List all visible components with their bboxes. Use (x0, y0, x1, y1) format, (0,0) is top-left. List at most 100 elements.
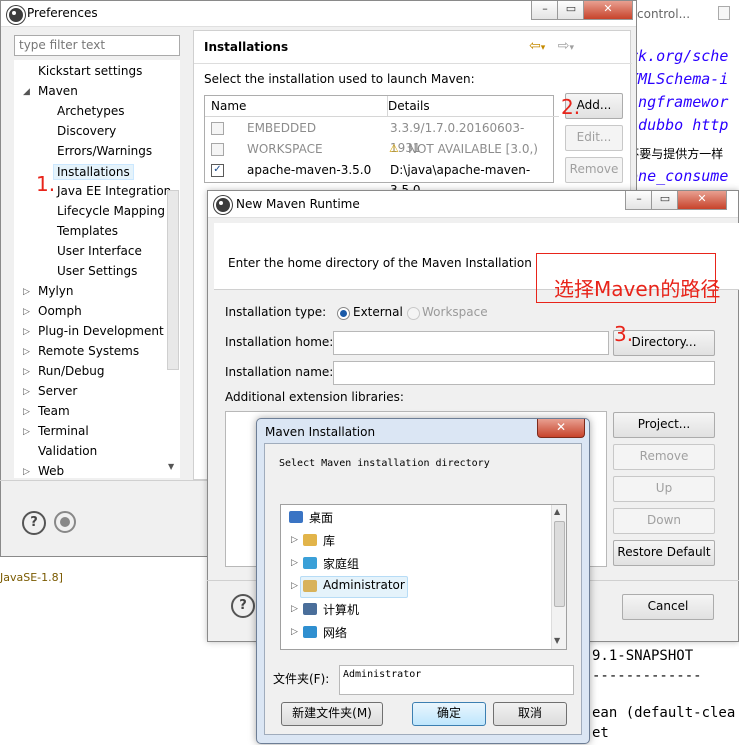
edit-button[interactable]: Edit... (565, 125, 623, 151)
collapsed-arrow-icon[interactable]: ▷ (23, 347, 30, 357)
scroll-down-icon[interactable]: ▼ (168, 462, 174, 471)
tree-item[interactable]: Remote Systems (38, 344, 139, 358)
tree-item[interactable]: Templates (57, 224, 118, 238)
minimize-button[interactable]: – (625, 191, 653, 210)
down-button[interactable]: Down (613, 508, 715, 534)
scroll-up-icon[interactable]: ▲ (554, 507, 560, 516)
table-row[interactable]: EMBEDDED 3.3.9/1.7.0.20160603-1931 (205, 118, 553, 155)
mi-cancel-button[interactable]: 取消 (493, 702, 567, 726)
tree-item[interactable]: Java EE Integration (57, 184, 171, 198)
collapsed-arrow-icon[interactable]: ▷ (23, 387, 30, 397)
preferences-titlebar: Preferences – ▭ ✕ (1, 1, 636, 27)
new-folder-button[interactable]: 新建文件夹(M) (281, 702, 383, 726)
preferences-tree: Kickstart settings ◢ Maven Archetypes Discov… (14, 60, 180, 478)
folder-tree-scrollbar[interactable]: ▲ ▼ (551, 505, 566, 649)
column-header-name[interactable]: Name (205, 96, 388, 117)
back-arrow-icon[interactable]: ⇦ (529, 38, 541, 54)
filter-input[interactable]: type filter text (14, 35, 180, 56)
tree-item[interactable]: User Settings (57, 264, 137, 278)
nmr-titlebar: New Maven Runtime – ▭ ✕ (208, 191, 738, 218)
workspace-radio[interactable] (407, 307, 420, 320)
tree-item[interactable]: Validation (38, 444, 97, 458)
collapsed-arrow-icon[interactable]: ▷ (291, 558, 298, 568)
maximize-button[interactable]: ▭ (651, 191, 679, 210)
collapsed-arrow-icon[interactable]: ▷ (23, 407, 30, 417)
window-title: Preferences (27, 6, 98, 20)
folder-label: 文件夹(F): (273, 672, 330, 686)
close-button[interactable]: ✕ (537, 419, 585, 438)
tree-item[interactable]: Errors/Warnings (57, 144, 152, 158)
tree-item[interactable]: Terminal (38, 424, 89, 438)
remove-installation-button[interactable]: Remove (565, 157, 623, 183)
forward-arrow-icon[interactable]: ⇨ (558, 38, 570, 54)
panel-title: Installations (204, 40, 289, 54)
remove-library-button[interactable]: Remove (613, 444, 715, 470)
collapsed-arrow-icon[interactable]: ▷ (23, 287, 30, 297)
folder-item[interactable]: 计算机 (323, 601, 359, 618)
column-header-details[interactable]: Details (382, 96, 559, 117)
maximize-button[interactable]: ▭ (557, 1, 585, 20)
installation-home-input[interactable] (333, 331, 609, 355)
folder-icon (303, 649, 317, 650)
tree-item[interactable]: Kickstart settings (38, 64, 142, 78)
row-checkbox[interactable] (211, 143, 224, 156)
tree-item[interactable]: Mylyn (38, 284, 74, 298)
chevron-down-icon[interactable]: ▾ (541, 43, 546, 53)
row-checkbox[interactable]: ✓ (211, 164, 224, 177)
folder-item[interactable]: 家庭组 (323, 555, 359, 572)
folder-item[interactable]: 库 (323, 532, 335, 549)
collapsed-arrow-icon[interactable]: ▷ (23, 427, 30, 437)
tree-item[interactable]: Discovery (57, 124, 116, 138)
tree-item[interactable]: Plug-in Development (38, 324, 164, 338)
collapsed-arrow-icon[interactable]: ▷ (291, 604, 298, 614)
instruction-text: Select the installation used to launch M… (204, 72, 475, 86)
tree-scrollbar[interactable] (167, 190, 179, 370)
folder-tree[interactable]: 桌面▷库▷家庭组▷Administrator▷计算机▷网络▷ (280, 504, 567, 650)
row-checkbox[interactable] (211, 122, 224, 135)
tree-item[interactable]: Run/Debug (38, 364, 105, 378)
close-button[interactable]: ✕ (583, 1, 633, 20)
nmr-cancel-button[interactable]: Cancel (622, 594, 714, 620)
collapsed-arrow-icon[interactable]: ▷ (23, 307, 30, 317)
row-name: WORKSPACE (247, 142, 323, 156)
collapsed-arrow-icon[interactable]: ▷ (23, 467, 30, 477)
tree-item[interactable]: Web (38, 464, 64, 478)
tree-item[interactable]: Lifecycle Mapping (57, 204, 165, 218)
chevron-down-icon[interactable]: ▾ (569, 43, 574, 53)
tree-item[interactable]: User Interface (57, 244, 142, 258)
collapsed-arrow-icon[interactable]: ▷ (23, 367, 30, 377)
step-2-annotation: 2. (561, 95, 581, 119)
up-button[interactable]: Up (613, 476, 715, 502)
table-row[interactable]: WORKSPACE ⚠ NOT AVAILABLE [3.0,) (205, 139, 553, 159)
ok-button[interactable]: 确定 (412, 702, 486, 726)
installation-name-input[interactable] (333, 361, 715, 385)
project-button[interactable]: Project... (613, 412, 715, 438)
record-icon[interactable] (54, 511, 76, 533)
folder-item[interactable]: Administrator (323, 578, 405, 592)
tree-item[interactable]: Installations (53, 164, 134, 180)
scroll-thumb[interactable] (554, 521, 565, 607)
collapsed-arrow-icon[interactable]: ▷ (291, 581, 298, 591)
tree-item[interactable]: Maven (38, 84, 78, 98)
tree-item[interactable]: Team (38, 404, 70, 418)
table-row[interactable]: ✓ apache-maven-3.5.0 D:\java\apache-maven-… (205, 160, 553, 197)
tree-item[interactable]: Archetypes (57, 104, 125, 118)
folder-item[interactable]: 网络 (323, 624, 347, 641)
tree-item[interactable]: Oomph (38, 304, 82, 318)
folder-input[interactable]: Administrator (339, 665, 574, 695)
editor-tab[interactable]: control... (637, 7, 690, 21)
restore-default-button[interactable]: Restore Default (613, 540, 715, 566)
collapsed-arrow-icon[interactable]: ▷ (23, 327, 30, 337)
external-radio[interactable] (337, 307, 350, 320)
help-icon[interactable]: ? (22, 511, 46, 535)
expanded-arrow-icon[interactable]: ◢ (23, 87, 30, 97)
collapsed-arrow-icon[interactable]: ▷ (291, 535, 298, 545)
close-button[interactable]: ✕ (677, 191, 727, 210)
scroll-down-icon[interactable]: ▼ (554, 636, 560, 645)
minimize-button[interactable]: – (531, 1, 559, 20)
help-icon[interactable]: ? (231, 594, 255, 618)
desktop-icon (289, 511, 303, 523)
folder-item[interactable]: 桌面 (309, 509, 333, 526)
tree-item[interactable]: Server (38, 384, 77, 398)
collapsed-arrow-icon[interactable]: ▷ (291, 627, 298, 637)
